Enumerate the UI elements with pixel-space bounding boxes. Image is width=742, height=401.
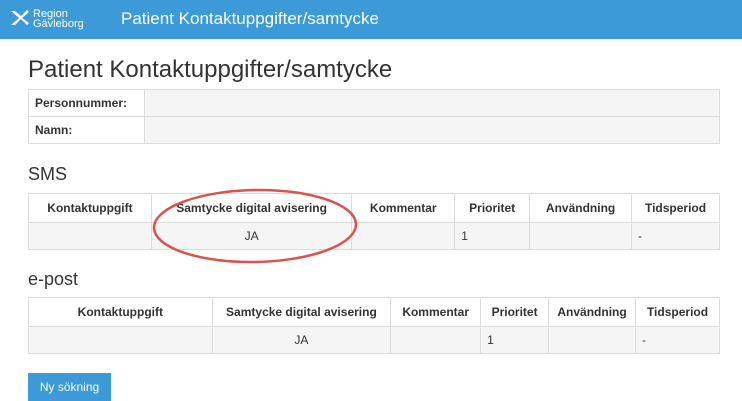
sms-header-row: Kontaktuppgift Samtycke digital aviserin…	[28, 193, 720, 223]
epost-anvandning-cell	[548, 326, 637, 354]
epost-prioritet-cell: 1	[480, 326, 550, 354]
epost-kommentar-cell	[390, 326, 482, 354]
sms-col-prioritet[interactable]: Prioritet	[454, 193, 531, 223]
sms-kommentar-cell	[351, 222, 456, 250]
app-title: Patient Kontaktuppgifter/samtycke	[121, 9, 379, 28]
epost-col-kommentar[interactable]: Kommentar	[390, 297, 482, 327]
epost-tidsperiod-cell: -	[635, 326, 720, 354]
sms-col-anvandning[interactable]: Användning	[529, 193, 633, 223]
epost-samtycke-cell: JA	[211, 326, 392, 354]
epost-col-samtycke[interactable]: Samtycke digital avisering	[211, 297, 392, 327]
patient-info-table: Personnummer: Namn:	[28, 89, 720, 144]
sms-kontakt-cell	[28, 222, 152, 250]
page-title: Patient Kontaktuppgifter/samtycke	[28, 56, 393, 83]
sms-col-kommentar[interactable]: Kommentar	[351, 193, 456, 223]
epost-col-anvandning[interactable]: Användning	[548, 297, 637, 327]
sms-col-kontaktuppgift[interactable]: Kontaktuppgift	[28, 193, 152, 223]
region-gavleborg-logo[interactable]: Region Gävleborg	[10, 5, 110, 35]
sms-col-tidsperiod[interactable]: Tidsperiod	[631, 193, 720, 223]
sms-anvandning-cell	[529, 222, 633, 250]
top-bar: Region Gävleborg Patient Kontaktuppgifte…	[0, 0, 742, 39]
epost-table: Kontaktuppgift Samtycke digital aviserin…	[28, 297, 720, 354]
namn-label: Namn:	[28, 116, 145, 144]
sms-samtycke-cell: JA	[150, 222, 353, 250]
epost-header-row: Kontaktuppgift Samtycke digital aviserin…	[28, 297, 720, 327]
epost-col-tidsperiod[interactable]: Tidsperiod	[635, 297, 720, 327]
epost-col-kontaktuppgift[interactable]: Kontaktuppgift	[28, 297, 213, 327]
sms-prioritet-cell: 1	[454, 222, 531, 250]
table-row[interactable]: JA 1 -	[28, 222, 720, 250]
personnummer-value	[144, 89, 720, 117]
logo-line-2: Gävleborg	[33, 18, 84, 30]
logo-mark-icon	[11, 10, 29, 25]
namn-row: Namn:	[28, 116, 720, 144]
new-search-button[interactable]: Ny sökning	[28, 373, 111, 401]
logo-text: Region Gävleborg	[33, 9, 84, 30]
personnummer-label: Personnummer:	[28, 89, 145, 117]
epost-col-prioritet[interactable]: Prioritet	[480, 297, 550, 327]
namn-value	[144, 116, 720, 144]
epost-section-title: e-post	[28, 269, 79, 289]
epost-kontakt-cell	[28, 326, 213, 354]
sms-col-samtycke[interactable]: Samtycke digital avisering	[150, 193, 353, 223]
sms-table: Kontaktuppgift Samtycke digital aviserin…	[28, 193, 720, 250]
table-row[interactable]: JA 1 -	[28, 326, 720, 354]
sms-section-title: SMS	[28, 164, 68, 184]
sms-tidsperiod-cell: -	[631, 222, 720, 250]
personnummer-row: Personnummer:	[28, 89, 720, 117]
